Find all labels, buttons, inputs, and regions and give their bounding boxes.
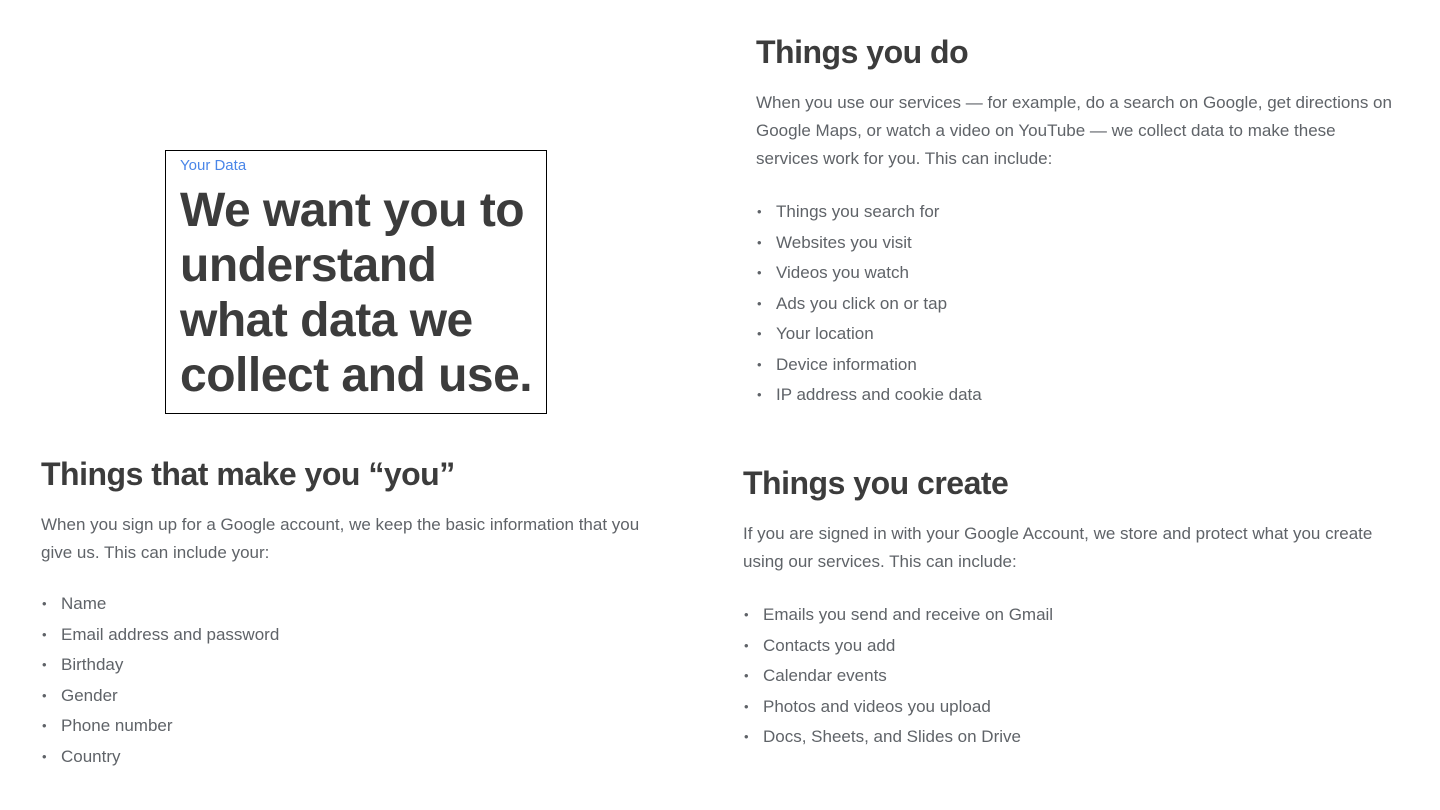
section-intro: When you sign up for a Google account, w… bbox=[41, 515, 640, 562]
bullet-icon: • bbox=[42, 626, 47, 642]
bullet-icon: • bbox=[757, 326, 762, 341]
section-intro: If you are signed in with your Google Ac… bbox=[743, 524, 1373, 571]
bullet-icon: • bbox=[744, 637, 749, 653]
list-item-label: Phone number bbox=[61, 716, 173, 735]
list-item-label: Ads you click on or tap bbox=[776, 293, 948, 313]
section-things-you-do: Things you do When you use our services … bbox=[756, 33, 1396, 411]
section-things-that-make-you: Things that make you “you” When you sign… bbox=[41, 455, 661, 772]
item-list: • Name • Email address and password • Birth… bbox=[41, 589, 661, 772]
list-item: • Phone number bbox=[41, 711, 661, 742]
list-item-label: Things you search for bbox=[776, 202, 940, 221]
bullet-icon: • bbox=[757, 356, 762, 372]
list-item-label: IP address and cookie data bbox=[776, 385, 982, 404]
eyebrow-label: Your Data bbox=[180, 157, 247, 174]
list-item: • Ads you click on or tap bbox=[756, 289, 1396, 320]
hero-box: Your Data We want you to understand what… bbox=[165, 150, 547, 414]
list-item: • Calendar events bbox=[743, 661, 1383, 692]
list-item-label: Calendar events bbox=[763, 666, 887, 685]
bullet-icon: • bbox=[42, 718, 47, 733]
bullet-icon: • bbox=[744, 698, 749, 714]
list-item-label: Gender bbox=[61, 685, 118, 705]
list-item: • Device information bbox=[756, 350, 1396, 381]
list-item: • Websites you visit bbox=[756, 228, 1396, 259]
item-list: • Emails you send and receive on Gmail • C… bbox=[743, 600, 1383, 753]
list-item-label: Videos you watch bbox=[776, 263, 909, 282]
bullet-icon: • bbox=[757, 265, 762, 280]
list-item-label: Name bbox=[61, 594, 107, 613]
list-item-label: Email address and password bbox=[61, 624, 280, 644]
list-item: • Email address and password bbox=[41, 620, 661, 651]
list-item-label: Emails you send and receive on Gmail bbox=[763, 605, 1054, 624]
item-list: • Things you search for • Websites you vis… bbox=[756, 197, 1396, 411]
list-item-label: Docs, Sheets, and Slides on Drive bbox=[763, 727, 1021, 746]
list-item: • IP address and cookie data bbox=[756, 380, 1396, 411]
hero-title: We want you to understand what data we c… bbox=[180, 184, 533, 402]
list-item-label: Websites you visit bbox=[776, 232, 912, 252]
list-item: • Videos you watch bbox=[756, 258, 1396, 289]
list-item-label: Country bbox=[61, 746, 121, 766]
bullet-icon: • bbox=[744, 607, 749, 622]
bullet-icon: • bbox=[757, 295, 762, 311]
list-item-label: Your location bbox=[776, 324, 874, 343]
section-heading: Things you create bbox=[743, 465, 1009, 501]
list-item-label: Contacts you add bbox=[763, 635, 896, 655]
list-item: • Name bbox=[41, 589, 661, 620]
list-item: • Your location bbox=[756, 319, 1396, 350]
bullet-icon: • bbox=[757, 204, 762, 219]
bullet-icon: • bbox=[42, 657, 47, 672]
bullet-icon: • bbox=[42, 596, 47, 611]
list-item-label: Birthday bbox=[61, 655, 124, 674]
bullet-icon: • bbox=[757, 387, 762, 402]
list-item: • Country bbox=[41, 742, 661, 773]
list-item: • Gender bbox=[41, 681, 661, 712]
section-intro: When you use our services — for example,… bbox=[756, 93, 1392, 168]
bullet-icon: • bbox=[757, 234, 762, 250]
list-item: • Contacts you add bbox=[743, 631, 1383, 662]
section-things-you-create: Things you create If you are signed in w… bbox=[743, 464, 1383, 753]
list-item-label: Device information bbox=[776, 354, 917, 374]
list-item-label: Photos and videos you upload bbox=[763, 696, 991, 716]
list-item: • Things you search for bbox=[756, 197, 1396, 228]
bullet-icon: • bbox=[744, 729, 749, 744]
list-item: • Photos and videos you upload bbox=[743, 692, 1383, 723]
section-heading: Things you do bbox=[756, 34, 969, 70]
list-item: • Docs, Sheets, and Slides on Drive bbox=[743, 722, 1383, 753]
list-item: • Emails you send and receive on Gmail bbox=[743, 600, 1383, 631]
bullet-icon: • bbox=[42, 748, 47, 764]
list-item: • Birthday bbox=[41, 650, 661, 681]
bullet-icon: • bbox=[744, 668, 749, 683]
bullet-icon: • bbox=[42, 687, 47, 703]
section-heading: Things that make you “you” bbox=[41, 456, 455, 492]
